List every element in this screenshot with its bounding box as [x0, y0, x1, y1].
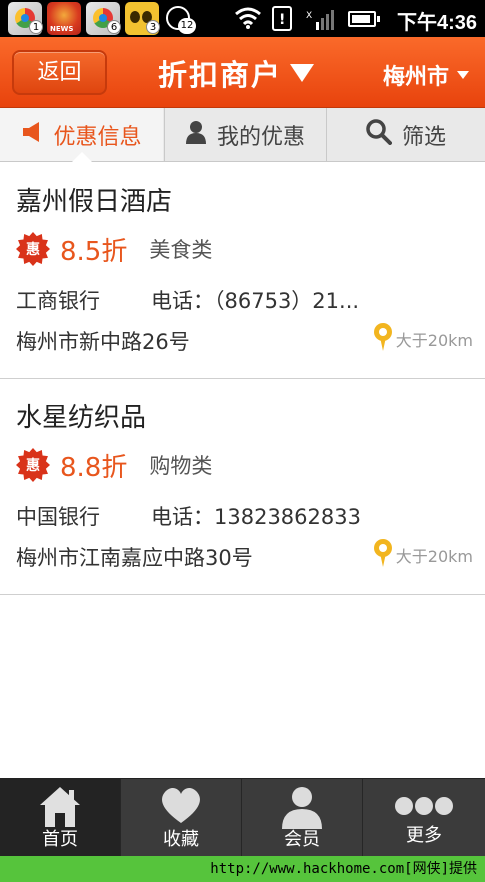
nav-label: 首页 [42, 829, 78, 850]
watermark-text: http://www.hackhome.com[网侠]提供 [0, 856, 485, 882]
title-dropdown[interactable]: 折扣商户 [158, 51, 315, 95]
location-pin-icon [373, 323, 392, 351]
nav-label: 更多 [406, 825, 442, 846]
news-app-icon: NEWS [47, 2, 81, 35]
merchant-name: 嘉州假日酒店 [16, 187, 173, 217]
nav-label: 会员 [284, 829, 320, 850]
city-selector[interactable]: 梅州市 [383, 59, 469, 91]
distance-text: 大于20km [395, 331, 473, 350]
svg-text:X: X [306, 11, 312, 21]
merchant-category: 购物类 [149, 454, 213, 478]
heart-icon [162, 787, 200, 823]
status-time: 下午4:36 [396, 12, 477, 34]
notification-badge: 1 [29, 20, 43, 34]
merchant-bank: 工商银行 [16, 289, 100, 313]
merchant-list: 嘉州假日酒店 惠 8.5折 美食类 工商银行 电话：（86753）21... 梅… [0, 163, 485, 595]
distance-text: 大于20km [395, 547, 473, 566]
notification-app-icon: 6 [86, 2, 121, 35]
phone-alert-icon [272, 6, 292, 31]
tab-filter[interactable]: 筛选 [326, 108, 485, 161]
home-icon [40, 787, 80, 827]
merchant-item[interactable]: 水星纺织品 惠 8.8折 购物类 中国银行 电话：13823862833 梅州市… [0, 379, 485, 595]
news-label: NEWS [50, 25, 74, 33]
active-tab-pointer [72, 152, 92, 162]
nav-favorites[interactable]: 收藏 [121, 779, 242, 857]
discount-row: 惠 8.8折 购物类 [16, 447, 212, 483]
distance-indicator: 大于20km [373, 539, 473, 567]
merchant-phone: 电话：13823862833 [151, 505, 361, 529]
back-button[interactable]: 返回 [12, 50, 107, 95]
discount-badge-icon: 惠 [16, 232, 50, 266]
merchant-name: 水星纺织品 [16, 403, 147, 433]
nav-home[interactable]: 首页 [0, 779, 121, 857]
notification-badge: 6 [107, 20, 121, 34]
tab-label: 我的优惠 [216, 124, 305, 150]
chat-app-icon: 3 [125, 2, 160, 35]
signal-icon: X [306, 10, 334, 30]
tab-my-deals[interactable]: 我的优惠 [164, 108, 325, 161]
discount-row: 惠 8.5折 美食类 [16, 231, 212, 267]
tab-label: 优惠信息 [53, 124, 142, 150]
user-icon [185, 120, 207, 150]
status-bar: 1 NEWS 6 3 12 X 下午4:36 [0, 0, 485, 37]
triangle-down-icon [290, 64, 315, 82]
more-icon [395, 797, 453, 815]
battery-icon [348, 11, 380, 27]
distance-indicator: 大于20km [373, 323, 473, 351]
nav-more[interactable]: 更多 [363, 779, 485, 857]
page-title: 折扣商户 [158, 58, 283, 92]
member-icon [282, 787, 322, 829]
megaphone-icon [21, 121, 43, 149]
merchant-category: 美食类 [149, 238, 213, 262]
nav-label: 收藏 [163, 829, 199, 850]
discount-value: 8.5折 [60, 236, 128, 267]
merchant-item[interactable]: 嘉州假日酒店 惠 8.5折 美食类 工商银行 电话：（86753）21... 梅… [0, 163, 485, 379]
message-badge: 12 [178, 18, 196, 34]
notification-badge: 3 [146, 20, 160, 34]
notification-app-icon: 1 [8, 2, 43, 35]
nav-member[interactable]: 会员 [242, 779, 363, 857]
discount-badge-icon: 惠 [16, 448, 50, 482]
location-pin-icon [373, 539, 392, 567]
wifi-icon [235, 7, 261, 29]
merchant-address: 梅州市新中路26号 [16, 330, 190, 354]
city-label: 梅州市 [382, 65, 449, 90]
merchant-bank: 中国银行 [16, 505, 100, 529]
bottom-nav: 首页 收藏 会员 更多 [0, 778, 485, 857]
discount-value: 8.8折 [60, 452, 128, 483]
tab-label: 筛选 [401, 124, 446, 150]
caret-down-icon [457, 71, 469, 79]
merchant-phone: 电话：（86753）21... [151, 289, 360, 313]
merchant-address: 梅州市江南嘉应中路30号 [16, 546, 253, 570]
title-bar: 返回 折扣商户 梅州市 [0, 37, 485, 108]
message-icon: 12 [166, 6, 196, 34]
search-icon [366, 118, 392, 151]
